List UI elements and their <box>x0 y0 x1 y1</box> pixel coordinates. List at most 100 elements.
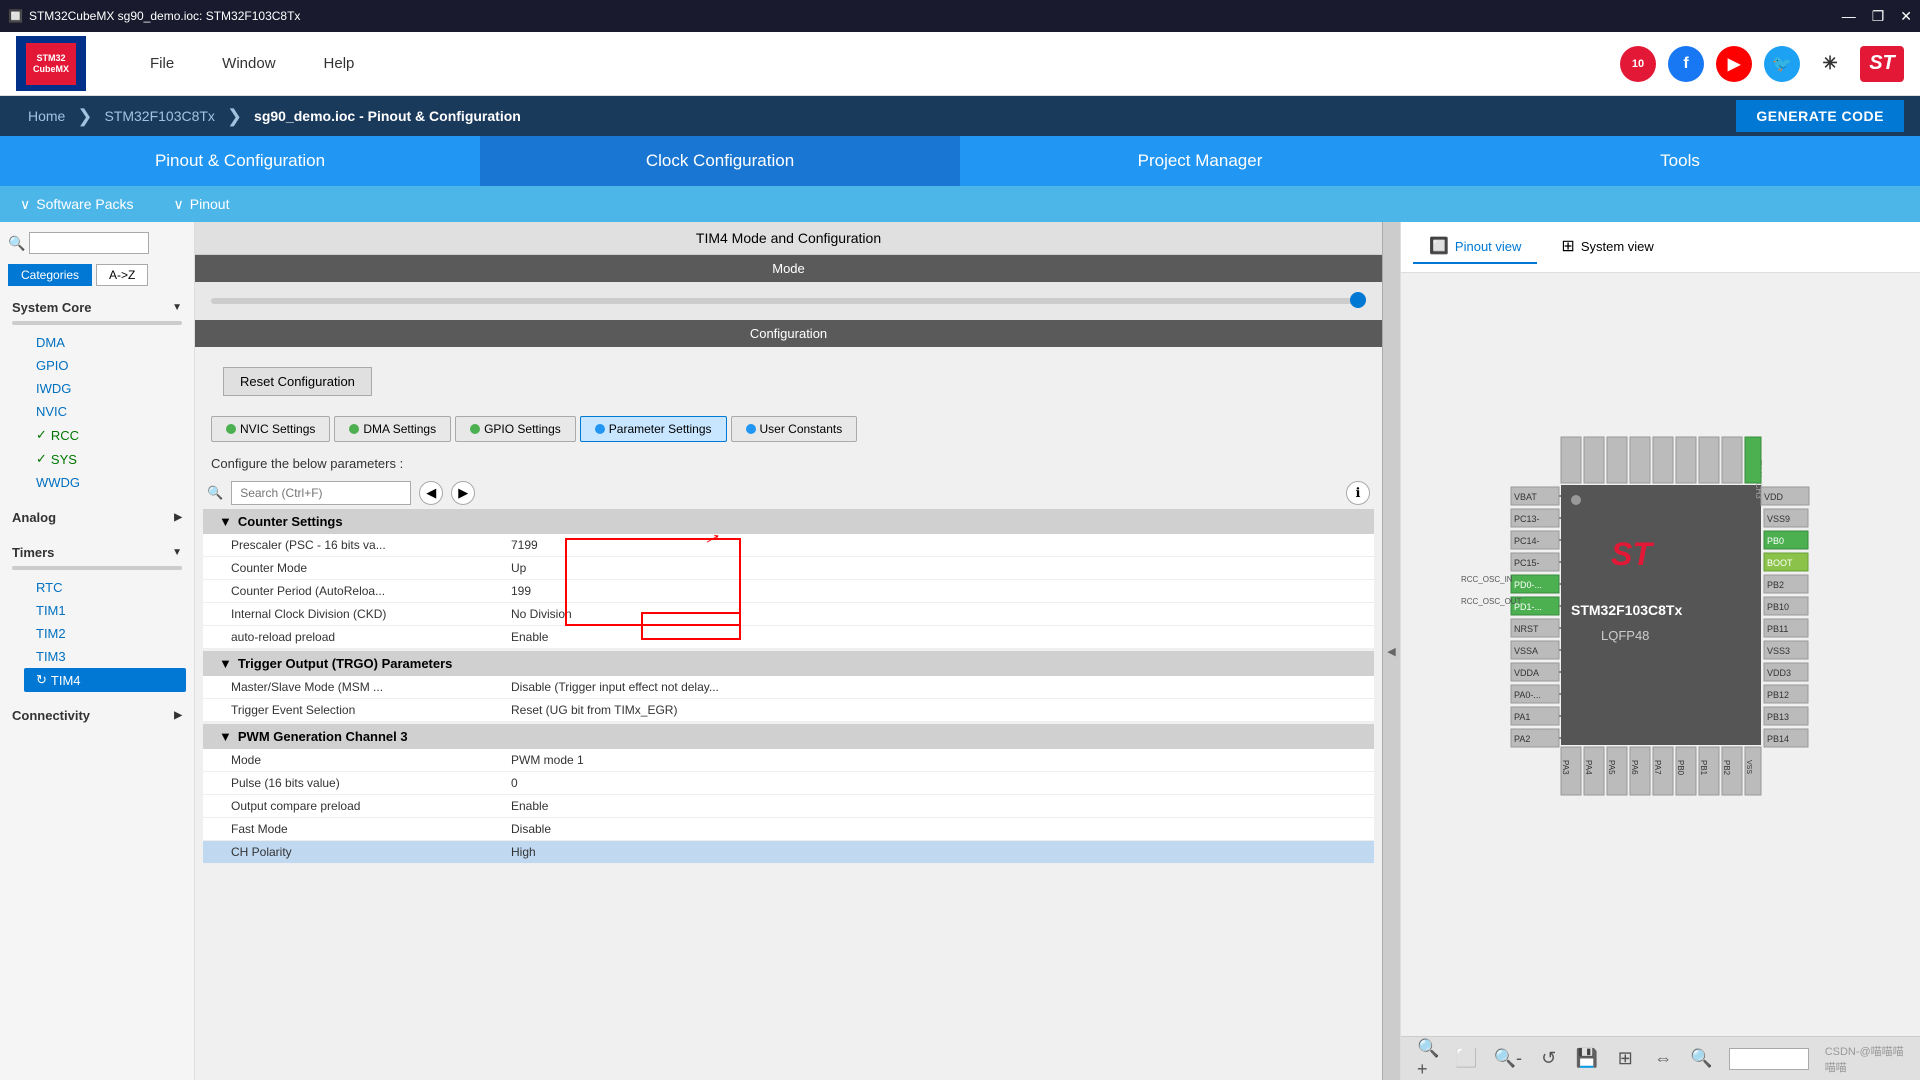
main-panel: TIM4 Mode and Configuration Mode Configu… <box>195 222 1382 1080</box>
settings-tabs: NVIC Settings DMA Settings GPIO Settings… <box>203 412 1374 446</box>
system-core-section: System Core ▼ DMA GPIO IWDG NVIC ✓RCC ✓S… <box>0 290 194 500</box>
sidebar-item-nvic[interactable]: NVIC <box>24 400 194 423</box>
param-search-input[interactable] <box>231 481 411 505</box>
sidebar-item-tim2[interactable]: TIM2 <box>24 622 194 645</box>
analog-section: Analog ▶ <box>0 500 194 535</box>
zoom-input[interactable] <box>1729 1048 1809 1070</box>
mirror-button[interactable]: ⇔ <box>1652 1045 1674 1073</box>
export-button[interactable]: 💾 <box>1576 1045 1598 1073</box>
zoom-out-button[interactable]: 🔍- <box>1494 1045 1522 1073</box>
generate-code-button[interactable]: GENERATE CODE <box>1736 100 1904 132</box>
info-button[interactable]: ℹ <box>1346 481 1370 505</box>
facebook-icon[interactable]: f <box>1668 46 1704 82</box>
settings-tab-param[interactable]: Parameter Settings <box>580 416 727 442</box>
sidebar-item-iwdg[interactable]: IWDG <box>24 377 194 400</box>
titlebar-controls[interactable]: — ❐ ✕ <box>1842 8 1912 25</box>
tab-pinout-view[interactable]: 🔲 Pinout view <box>1413 230 1537 264</box>
fit-view-button[interactable]: ⬜ <box>1455 1045 1477 1073</box>
twitter-icon[interactable]: 🐦 <box>1764 46 1800 82</box>
filter-categories[interactable]: Categories <box>8 264 92 286</box>
view-tabs: 🔲 Pinout view ⊞ System view <box>1401 222 1920 273</box>
pin-boot1-label: BOOT <box>1767 558 1793 568</box>
timers-header[interactable]: Timers ▼ <box>0 539 194 566</box>
rcc-osc-out-label: RCC_OSC_OUT <box>1461 597 1522 606</box>
settings-tab-dma[interactable]: DMA Settings <box>334 416 451 442</box>
network-icon[interactable]: ✳ <box>1812 46 1848 82</box>
param-next-button[interactable]: ▶ <box>451 481 475 505</box>
chip-name: STM32F103C8Tx <box>1571 602 1682 618</box>
sidebar-item-tim3[interactable]: TIM3 <box>24 645 194 668</box>
sidebar-item-rcc[interactable]: ✓RCC <box>24 423 194 447</box>
reset-view-button[interactable]: ↺ <box>1538 1045 1560 1073</box>
counter-settings-section: ▼ Counter Settings Prescaler (PSC - 16 b… <box>203 509 1374 649</box>
sidebar-item-gpio[interactable]: GPIO <box>24 354 194 377</box>
mode-slider-container <box>195 282 1382 320</box>
analog-header[interactable]: Analog ▶ <box>0 504 194 531</box>
subtab-software-packs[interactable]: ∨ Software Packs <box>20 196 134 213</box>
breadcrumb-project[interactable]: sg90_demo.ioc - Pinout & Configuration <box>242 108 533 124</box>
mode-slider-thumb[interactable] <box>1350 292 1366 308</box>
sidebar-item-wwdg[interactable]: WWDG <box>24 471 194 494</box>
sidebar-item-tim4[interactable]: ↻TIM4 <box>24 668 186 692</box>
chevron-down-icon3: ▼ <box>172 547 182 558</box>
menu-window[interactable]: Window <box>198 47 299 80</box>
pin-vdd-label: VDD <box>1764 492 1784 502</box>
menu-file[interactable]: File <box>126 47 198 80</box>
param-prev-button[interactable]: ◀ <box>419 481 443 505</box>
breadcrumb-device[interactable]: STM32F103C8Tx <box>92 108 226 124</box>
pin-pb2-label: PB2 <box>1767 580 1784 590</box>
settings-tab-nvic[interactable]: NVIC Settings <box>211 416 330 442</box>
pwm-channel3-header[interactable]: ▼ PWM Generation Channel 3 <box>203 724 1374 749</box>
menu-help[interactable]: Help <box>300 47 379 80</box>
minimize-button[interactable]: — <box>1842 8 1856 25</box>
system-core-header[interactable]: System Core ▼ <box>0 294 194 321</box>
settings-tab-gpio[interactable]: GPIO Settings <box>455 416 576 442</box>
breadcrumb-sep1: ❯ <box>77 106 92 127</box>
param-row-pwm-mode: Mode PWM mode 1 <box>203 749 1374 772</box>
autoreload-row-container: auto-reload preload Enable <box>203 626 1374 649</box>
mode-slider-track[interactable] <box>211 298 1366 304</box>
pin-vss9-label: VSS9 <box>1767 514 1790 524</box>
pin-vbat-label: VBAT <box>1514 492 1537 502</box>
right-panel: 🔲 Pinout view ⊞ System view ST STM32F103… <box>1400 222 1920 1080</box>
tab-pinout[interactable]: Pinout & Configuration <box>0 136 480 186</box>
sidebar-item-rtc[interactable]: RTC <box>24 576 194 599</box>
sidebar-item-sys[interactable]: ✓SYS <box>24 447 194 471</box>
param-row-fast-mode: Fast Mode Disable <box>203 818 1374 841</box>
settings-tab-user-const[interactable]: User Constants <box>731 416 858 442</box>
search-input[interactable] <box>29 232 149 254</box>
pin-pa0-label: PA0-... <box>1514 690 1541 700</box>
chip-svg: ST STM32F103C8Tx LQFP48 TIM1_CH3 VBAT PC… <box>1451 405 1871 905</box>
connectivity-header[interactable]: Connectivity ▶ <box>0 702 194 729</box>
filter-az[interactable]: A->Z <box>96 264 148 286</box>
panel-collapse-button[interactable]: ◀ <box>1382 222 1400 1080</box>
reset-config-button[interactable]: Reset Configuration <box>223 367 372 396</box>
param-row-ch-polarity: CH Polarity High <box>203 841 1374 864</box>
counter-settings-header[interactable]: ▼ Counter Settings <box>203 509 1374 534</box>
close-button[interactable]: ✕ <box>1900 8 1912 25</box>
subtab-pinout[interactable]: ∨ Pinout <box>174 196 230 213</box>
search-icon2: 🔍 <box>207 485 223 501</box>
pin-pa5-label: PA5 <box>1607 760 1616 775</box>
content-area: 🔍 Categories A->Z System Core ▼ DMA GPIO… <box>0 222 1920 1080</box>
zoom-in-button[interactable]: 🔍+ <box>1417 1045 1439 1073</box>
maximize-button[interactable]: ❐ <box>1872 8 1885 25</box>
mode-section-header: Mode <box>195 255 1382 282</box>
trigger-output-header[interactable]: ▼ Trigger Output (TRGO) Parameters <box>203 651 1374 676</box>
youtube-icon[interactable]: ▶ <box>1716 46 1752 82</box>
filter-tabs: Categories A->Z <box>0 260 194 290</box>
sidebar-item-dma[interactable]: DMA <box>24 331 194 354</box>
search-icon: 🔍 <box>8 235 25 252</box>
search-chip-button[interactable]: 🔍 <box>1690 1045 1712 1073</box>
tab-project[interactable]: Project Manager <box>960 136 1440 186</box>
breadcrumb: Home ❯ STM32F103C8Tx ❯ sg90_demo.ioc - P… <box>0 96 1920 136</box>
main-tabs: Pinout & Configuration Clock Configurati… <box>0 136 1920 186</box>
split-view-button[interactable]: ⊞ <box>1614 1045 1636 1073</box>
titlebar-left: 🔲 STM32CubeMX sg90_demo.ioc: STM32F103C8… <box>8 9 300 23</box>
breadcrumb-home[interactable]: Home <box>16 108 77 124</box>
tab-clock[interactable]: Clock Configuration <box>480 136 960 186</box>
sidebar-item-tim1[interactable]: TIM1 <box>24 599 194 622</box>
tab-system-view[interactable]: ⊞ System view <box>1545 230 1669 264</box>
tab-tools[interactable]: Tools <box>1440 136 1920 186</box>
pin-top5 <box>1653 437 1673 483</box>
